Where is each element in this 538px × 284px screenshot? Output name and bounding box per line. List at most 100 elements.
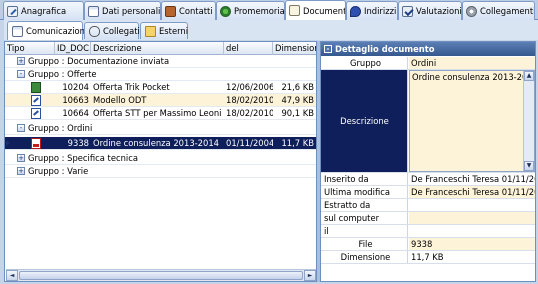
- collapse-toggle[interactable]: -: [17, 124, 25, 132]
- cell-id-doc: 10204: [62, 82, 89, 92]
- folder-icon: [145, 25, 156, 37]
- column-header-dimensione[interactable]: Dimensione: [273, 42, 316, 55]
- tab-dati-personalizzati[interactable]: Dati personalizzati: [84, 1, 161, 20]
- group-label: Gruppo : Varie: [28, 166, 89, 176]
- tab-anagrafica[interactable]: Anagrafica: [3, 1, 84, 20]
- property-value[interactable]: [409, 212, 535, 224]
- property-row-file: File 9338: [321, 238, 535, 251]
- property-label: Estratto da: [321, 199, 408, 211]
- property-label: Dimensione: [321, 251, 408, 263]
- column-header-descrizione[interactable]: Descrizione: [91, 42, 224, 55]
- property-row-sul-computer: sul computer: [321, 212, 535, 225]
- cell-descrizione: Offerta Trik Pocket: [93, 82, 170, 92]
- property-row-ultima-modifica: Ultima modifica De Franceschi Teresa 01/…: [321, 186, 535, 199]
- collapse-toggle[interactable]: -: [17, 70, 25, 78]
- horizontal-scrollbar[interactable]: ◄ ►: [6, 269, 316, 281]
- tab-contatti[interactable]: Contatti: [161, 1, 216, 20]
- group-row-ordini[interactable]: - Gruppo : Ordini: [5, 122, 316, 135]
- property-label: File: [321, 238, 408, 250]
- paperclip-icon: [89, 25, 100, 37]
- subtab-collegati[interactable]: Collegati: [84, 22, 140, 39]
- tab-collegamenti[interactable]: Collegamenti: [462, 1, 535, 20]
- property-value[interactable]: Ordini: [409, 57, 535, 69]
- main-tab-bar: Anagrafica Dati personalizzati Contatti …: [0, 0, 538, 20]
- group-row-specifica-tecnica[interactable]: + Gruppo : Specifica tecnica: [5, 152, 316, 165]
- scroll-left-button[interactable]: ◄: [6, 270, 18, 281]
- form-icon: [12, 25, 23, 37]
- cell-size: 90,1 KB: [281, 108, 314, 118]
- table-row[interactable]: 10663 Modello ODT 18/02/2010 47,9 KB: [5, 94, 316, 107]
- group-row-varie[interactable]: + Gruppo : Varie: [5, 165, 316, 178]
- tab-label: Anagrafica: [21, 6, 67, 16]
- cell-size: 47,9 KB: [281, 95, 314, 105]
- form-icon: [88, 5, 99, 17]
- sub-tab-bar: Comunicazioni Collegati Esterni: [4, 20, 538, 40]
- address-book-icon: [165, 5, 176, 17]
- expand-toggle[interactable]: +: [17, 154, 25, 162]
- property-row-inserito-da: Inserito da De Franceschi Teresa 01/11/2…: [321, 173, 535, 186]
- scroll-thumb[interactable]: [19, 271, 303, 280]
- tab-label: Promemoria: [234, 6, 285, 16]
- tab-promemoria[interactable]: Promemoria: [216, 1, 285, 20]
- property-value[interactable]: De Franceschi Teresa 01/11/2004: [409, 186, 535, 198]
- scroll-right-button[interactable]: ►: [304, 270, 316, 281]
- table-row[interactable]: 10204 Offerta Trik Pocket 12/06/2006 21,…: [5, 81, 316, 94]
- subtab-comunicazioni[interactable]: Comunicazioni: [7, 21, 87, 40]
- table-row[interactable]: 10664 Offerta STT per Massimo Leoni 18/0…: [5, 107, 316, 120]
- property-row-gruppo: Gruppo Ordini: [321, 57, 535, 70]
- excel-file-icon: [31, 82, 41, 93]
- column-header-id-doc[interactable]: ID_DOC: [55, 42, 91, 55]
- cell-id-doc: 10664: [62, 108, 89, 118]
- tab-valutazioni[interactable]: Valutazioni: [398, 1, 462, 20]
- property-label: il: [321, 225, 408, 237]
- group-row-offerte[interactable]: - Gruppo : Offerte: [5, 68, 316, 81]
- pencil-icon: [7, 5, 18, 17]
- tab-label: Dati personalizzati: [102, 6, 161, 16]
- property-value[interactable]: 11,7 KB: [409, 251, 535, 263]
- tab-label: Collegamenti: [480, 6, 535, 16]
- property-label: Inserito da: [321, 173, 408, 185]
- property-row-il: il: [321, 225, 535, 238]
- table-row-selected[interactable]: 9338 Ordine consulenza 2013-2014 01/11/2…: [5, 137, 316, 150]
- cell-id-doc: 10663: [62, 95, 89, 105]
- globe-icon: [220, 5, 231, 17]
- scroll-down-button[interactable]: ▼: [524, 161, 534, 171]
- subtab-esterni[interactable]: Esterni: [140, 22, 188, 39]
- document-icon: [289, 5, 300, 16]
- group-label: Gruppo : Offerte: [28, 69, 97, 79]
- property-value[interactable]: De Franceschi Teresa 01/11/2004: [409, 173, 535, 185]
- property-value[interactable]: 9338: [409, 238, 535, 250]
- cell-date: 12/06/2006: [226, 82, 273, 92]
- subtab-label: Collegati: [103, 26, 140, 36]
- scroll-up-button[interactable]: ▲: [524, 71, 534, 81]
- column-header-del[interactable]: del: [224, 42, 273, 55]
- description-text: Ordine consulenza 2013-2014: [412, 72, 535, 82]
- word-file-icon: [31, 108, 41, 119]
- description-textarea[interactable]: Ordine consulenza 2013-2014 ▲ ▼: [409, 70, 535, 172]
- column-header-tipo[interactable]: Tipo: [5, 42, 55, 55]
- group-row-documentazione-inviata[interactable]: + Gruppo : Documentazione inviata: [5, 55, 316, 68]
- property-value[interactable]: [409, 225, 535, 237]
- document-detail-panel: - Dettaglio documento Gruppo Ordini Desc…: [320, 41, 536, 282]
- expand-toggle[interactable]: +: [17, 167, 25, 175]
- cell-id-doc: 9338: [67, 138, 89, 148]
- tab-documenti[interactable]: Documenti: [285, 0, 346, 20]
- cell-descrizione: Ordine consulenza 2013-2014: [93, 138, 219, 148]
- vertical-scrollbar[interactable]: ▲ ▼: [523, 71, 534, 171]
- group-label: Gruppo : Ordini: [28, 123, 93, 133]
- pdf-file-icon: [31, 138, 41, 149]
- gear-icon: [466, 5, 477, 17]
- property-label: Gruppo: [321, 57, 408, 69]
- property-value[interactable]: [409, 199, 535, 211]
- documents-grid[interactable]: Tipo ID_DOC Descrizione del Dimensione +…: [4, 41, 317, 282]
- collapse-panel-toggle[interactable]: -: [324, 45, 332, 53]
- tab-label: Documenti: [303, 5, 346, 16]
- pin-icon: [350, 5, 361, 17]
- expand-toggle[interactable]: +: [17, 57, 25, 65]
- group-label: Gruppo : Documentazione inviata: [28, 56, 170, 66]
- detail-panel-title: Dettaglio documento: [335, 44, 435, 54]
- tab-indirizzi[interactable]: Indirizzi: [346, 1, 398, 20]
- detail-panel-header: - Dettaglio documento: [321, 42, 535, 56]
- subtab-label: Esterni: [159, 26, 189, 36]
- cell-date: 01/11/2004: [226, 138, 273, 148]
